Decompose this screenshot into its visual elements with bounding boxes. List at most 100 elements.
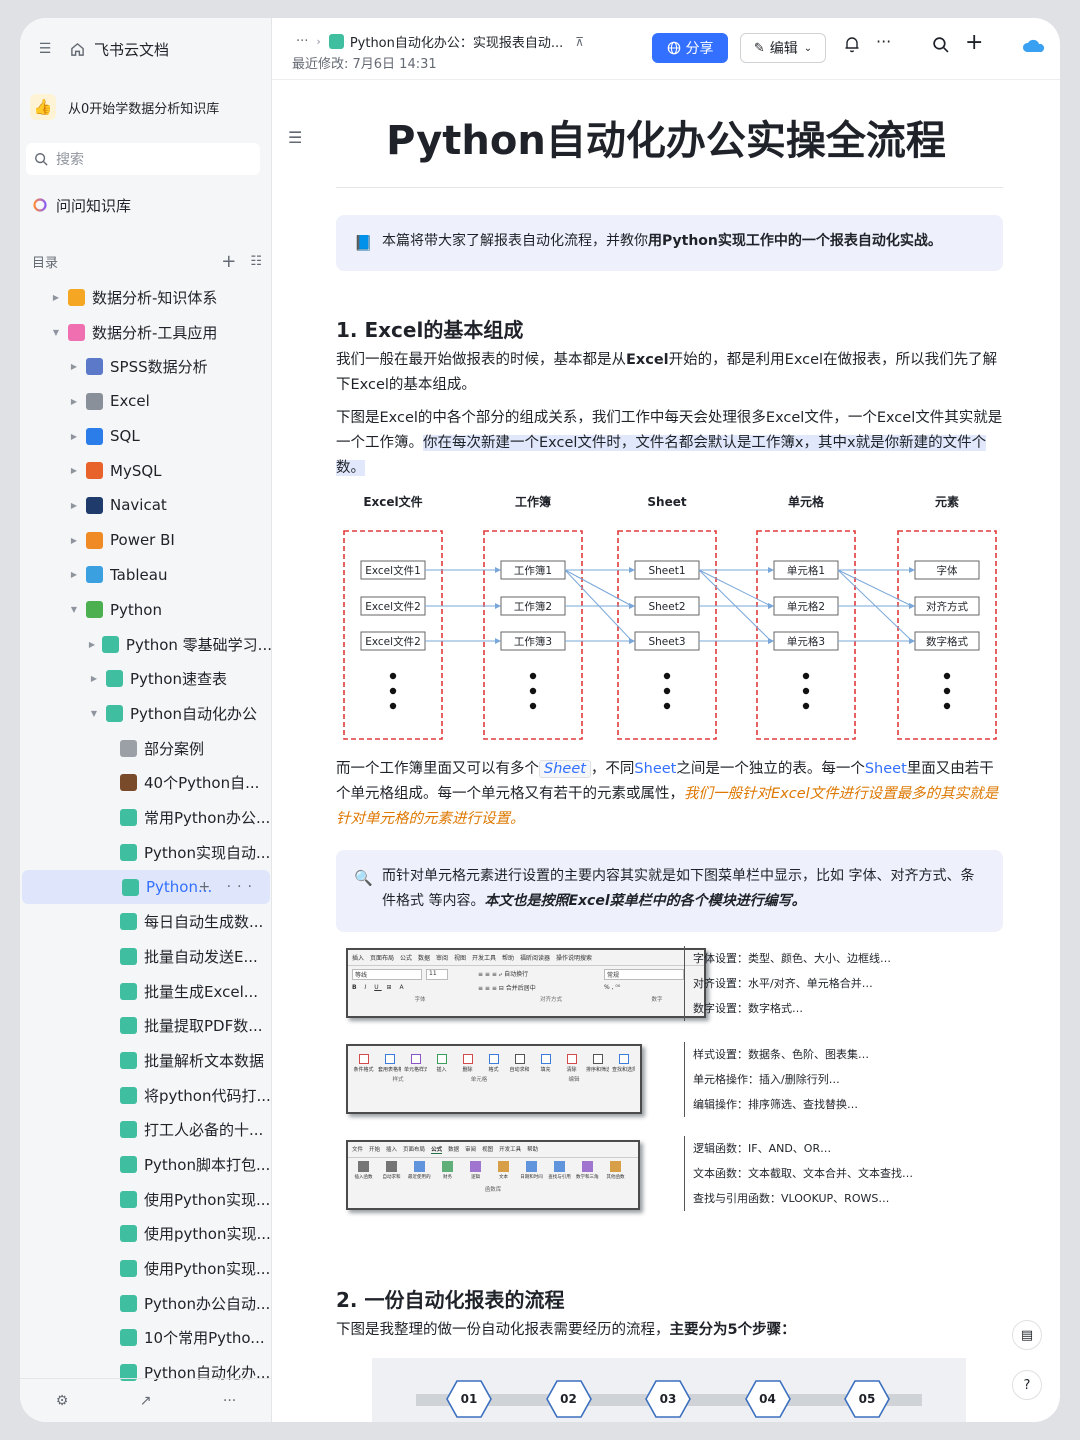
tree-item[interactable]: ▶ SQL [20, 419, 272, 454]
tree-item-label: Python 零基础学习... [125, 635, 272, 654]
document-icon [120, 809, 137, 827]
chevron-right-icon[interactable]: ▶ [68, 397, 80, 406]
diagram-node-label: Sheet2 [648, 601, 685, 613]
search-placeholder: 搜索 [56, 152, 84, 168]
ribbon-command: 清除 [560, 1054, 583, 1073]
tree-item-label: Power BI [110, 531, 175, 550]
item-actions[interactable]: + ··· [198, 879, 258, 895]
chevron-down-icon[interactable]: ▼ [50, 328, 62, 337]
tree-item[interactable]: 使用Python实现... [20, 1182, 272, 1217]
menu-description-3: 逻辑函数：IF、AND、OR… 文本函数：文本截取、文本合并、文本查找… 查找与引用… [684, 1136, 913, 1211]
document-icon [120, 982, 137, 1000]
chevron-right-icon[interactable]: ▶ [68, 362, 80, 371]
ribbon-command: 最近使用的函数 [408, 1161, 431, 1180]
tree-item[interactable]: Python脚本打包... [20, 1147, 272, 1182]
bell-icon[interactable] [844, 36, 860, 57]
diagram-node-label: 工作簿3 [514, 635, 552, 648]
ribbon2-group-style: 样式 [392, 1077, 404, 1083]
chevron-right-icon[interactable]: ▶ [50, 293, 62, 302]
tree-item[interactable]: 10个常用Pytho... [20, 1321, 272, 1356]
diagram-arrowhead [495, 638, 501, 644]
settings-icon[interactable]: ⚙ [56, 1393, 69, 1409]
diagram-connector [837, 569, 913, 607]
app-name[interactable]: 飞书云文档 [94, 39, 169, 60]
breadcrumb-doc[interactable]: Python自动化办公：实现报表自动... [350, 32, 563, 51]
top-bar: ··· › Python自动化办公：实现报表自动... ⊼ 最近修改: 7月6日… [272, 18, 1060, 80]
tree-item[interactable]: ▶ Tableau [20, 558, 272, 593]
chevron-down-icon[interactable]: ▼ [68, 605, 80, 614]
collapse-sidebar-icon[interactable]: ☰ [36, 41, 54, 57]
tree-item[interactable]: Python办公自动... [20, 1286, 272, 1321]
tree-item[interactable]: 40个Python自... [20, 766, 272, 801]
tree-item[interactable]: Python... + ··· [22, 869, 270, 905]
font-style-icons: B I U ⊞ A [352, 984, 407, 991]
help-icon[interactable]: ? [1012, 1370, 1042, 1400]
edit-button[interactable]: ✎ 编辑 ⌄ [740, 33, 826, 63]
ribbon-command-icon [514, 1054, 525, 1064]
more-icon[interactable]: ··· [223, 1393, 236, 1409]
document-icon [120, 1329, 137, 1347]
chevron-right-icon[interactable]: ▶ [68, 570, 80, 579]
doc-icon [328, 34, 344, 49]
document-icon [120, 1294, 137, 1312]
tree-item[interactable]: 批量解析文本数据 [20, 1043, 272, 1078]
chevron-right-icon[interactable]: ▶ [68, 501, 80, 510]
ribbon3-group: 函数库 [484, 1187, 502, 1193]
tree-item[interactable]: ▶ Excel [20, 384, 272, 419]
chevron-right-icon[interactable]: ▶ [88, 640, 96, 649]
tree-item[interactable]: ▼ Python自动化办公 [20, 696, 272, 731]
add-icon[interactable]: + [221, 251, 236, 272]
doc-info-icon[interactable]: ▤ [1012, 1320, 1042, 1350]
tree-item[interactable]: 批量自动发送E... [20, 939, 272, 974]
chevron-right-icon[interactable]: ▶ [68, 432, 80, 441]
tree-item[interactable]: ▼ Python [20, 592, 272, 627]
chevron-right-icon[interactable]: ▶ [68, 466, 80, 475]
tree-item[interactable]: 将python代码打... [20, 1078, 272, 1113]
search-icon[interactable] [932, 36, 949, 57]
tree-item[interactable]: ▶ Python速查表 [20, 662, 272, 697]
ribbon-command-label: 排序和筛选 [586, 1067, 609, 1073]
tree-item[interactable]: 每日自动生成数... [20, 904, 272, 939]
chevron-down-icon[interactable]: ▼ [88, 709, 100, 718]
tree-item[interactable]: ▼ 数据分析-工具应用 [20, 315, 272, 350]
ribbon2-group-edit: 编辑 [568, 1077, 580, 1083]
ribbon1-merge: 合并后居中 [505, 985, 536, 992]
menu-description-line: 字体设置：类型、颜色、大小、边框线… [693, 952, 891, 965]
search-input[interactable]: 搜索 [26, 143, 260, 175]
diagram-connector [698, 569, 772, 607]
tree-item[interactable]: ▶ Power BI [20, 523, 272, 558]
chevron-right-icon[interactable]: ▶ [68, 536, 80, 545]
home-icon[interactable] [68, 42, 86, 57]
cloud-icon[interactable] [1022, 38, 1046, 57]
paragraph-1: 我们一般在最开始做报表的时候，基本都是从Excel开始的，都是利用Excel在做… [336, 348, 1003, 398]
flow-step-label: 02 [560, 1392, 577, 1406]
tree-item[interactable]: ▶ SPSS数据分析 [20, 349, 272, 384]
ask-knowledge-base-button[interactable]: 问问知识库 [32, 190, 131, 220]
tree-item[interactable]: ▶ 数据分析-知识体系 [20, 280, 272, 315]
tree-item[interactable]: 常用Python办公... [20, 800, 272, 835]
tree-item[interactable]: 部分案例 [20, 731, 272, 766]
tree-item[interactable]: ▶ Python 零基础学习... [20, 627, 272, 662]
tree-item[interactable]: 打工人必备的十... [20, 1113, 272, 1148]
chevron-right-icon[interactable]: ▶ [88, 674, 100, 683]
more-options-icon[interactable]: ··· [876, 32, 891, 51]
tree-item[interactable]: 批量提取PDF数... [20, 1008, 272, 1043]
ribbon-command: 数学和三角函数 [576, 1161, 599, 1180]
tree-item[interactable]: ▶ MySQL [20, 453, 272, 488]
tree-item[interactable]: 使用python实现... [20, 1217, 272, 1252]
ribbon-command-label: 查找和选择 [612, 1067, 635, 1073]
p4-bold: 主要分为5个步骤： [669, 1322, 796, 1338]
share-button[interactable]: 分享 [652, 33, 728, 63]
tree-item[interactable]: ▶ Navicat [20, 488, 272, 523]
breadcrumb-more[interactable]: ··· [296, 34, 308, 49]
ribbon1-font: 等线 [352, 969, 422, 980]
tree-item[interactable]: 使用Python实现... [20, 1251, 272, 1286]
tree-item[interactable]: 批量生成Excel... [20, 974, 272, 1009]
tree-item[interactable]: Python实现自动... [20, 835, 272, 870]
flow-step-label: 03 [659, 1392, 677, 1406]
list-options-icon[interactable]: ☷ [250, 254, 262, 269]
knowledge-base-header[interactable]: 👍 从0开始学数据分析知识库 [30, 90, 262, 124]
pin-icon[interactable]: ⊼ [575, 35, 584, 49]
add-icon[interactable]: + [965, 30, 983, 55]
share-out-icon[interactable]: ↗ [140, 1393, 152, 1409]
